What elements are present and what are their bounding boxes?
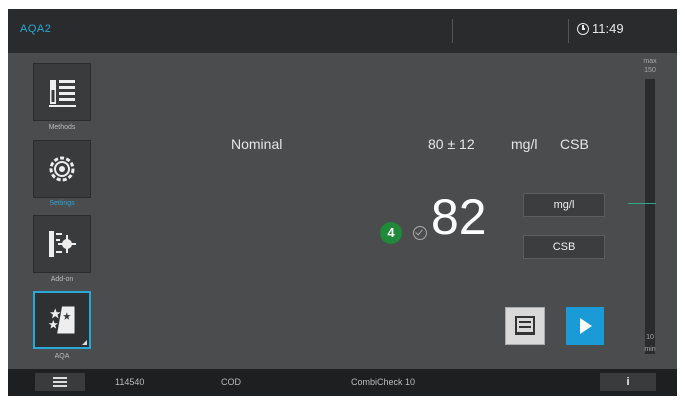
unit-button[interactable]: mg/l — [523, 193, 605, 217]
hamburger-icon — [53, 377, 67, 379]
test-code: 114540 — [115, 377, 145, 387]
sidebar-item-addon-label: Add-on — [50, 276, 74, 283]
settings-gear-icon — [49, 156, 75, 182]
scale-value-marker — [628, 203, 656, 204]
sidebar-item-methods-label: Methods — [48, 124, 76, 131]
app-title: AQA2 — [20, 23, 52, 35]
parameter-button[interactable]: CSB — [523, 235, 605, 259]
sidebar-item-settings[interactable] — [33, 140, 91, 198]
range-scale-bar — [645, 79, 655, 354]
clock-icon — [577, 22, 589, 35]
method-name: COD — [221, 377, 241, 387]
scale-min-label: min — [644, 346, 656, 353]
methods-list-icon — [49, 80, 76, 107]
scale-min-value: 10 — [646, 334, 654, 341]
top-bar: AQA2 11:49 — [8, 9, 677, 53]
topbar-divider — [452, 19, 453, 43]
clock-time: 11:49 — [592, 21, 624, 36]
topbar-divider-clock — [568, 19, 569, 43]
scale-max-value: 150 — [644, 67, 656, 74]
sidebar-item-methods[interactable] — [33, 63, 91, 121]
nominal-label: Nominal — [231, 136, 283, 152]
submenu-corner-indicator — [82, 340, 87, 345]
sidebar-item-aqa[interactable] — [33, 291, 91, 349]
callout-badge: 4 — [380, 222, 402, 244]
check-standard-name: CombiCheck 10 — [351, 377, 416, 387]
clock: 11:49 — [577, 21, 624, 36]
bottom-bar: 114540 COD CombiCheck 10 i — [8, 369, 677, 396]
scale-max-label: max — [643, 58, 657, 65]
info-button[interactable]: i — [600, 373, 656, 391]
start-measurement-button[interactable] — [566, 307, 604, 345]
check-circle-icon — [413, 226, 427, 240]
sidebar-item-settings-label: Settings — [49, 200, 75, 207]
sidebar-item-addon[interactable] — [33, 215, 91, 273]
nominal-unit: mg/l — [511, 136, 538, 152]
nominal-parameter: CSB — [560, 136, 589, 152]
sidebar: Methods Settings Add-on AQA — [8, 53, 116, 369]
printer-icon — [515, 316, 535, 335]
menu-button[interactable] — [35, 373, 85, 391]
nominal-value: 80 ± 12 — [428, 136, 475, 152]
device-screen: AQA2 11:49 Methods Settings Add-on AQA N… — [8, 9, 677, 396]
measured-value: 82 — [431, 189, 487, 245]
aqa-stars-icon — [48, 306, 75, 334]
sidebar-item-aqa-label: AQA — [54, 353, 70, 360]
addon-icon — [49, 231, 76, 257]
print-button[interactable] — [505, 307, 545, 345]
